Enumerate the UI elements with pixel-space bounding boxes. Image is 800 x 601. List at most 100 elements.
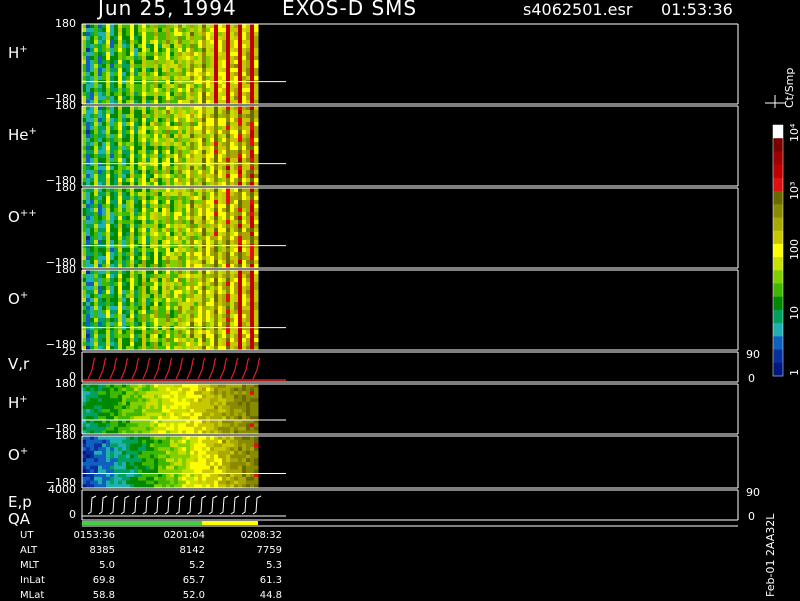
heatmap-cell bbox=[138, 114, 143, 119]
heatmap-cell bbox=[206, 146, 211, 151]
heatmap-cell bbox=[82, 32, 87, 37]
heatmap-cell bbox=[238, 192, 243, 197]
heatmap-cell bbox=[230, 412, 235, 417]
heatmap-cell bbox=[174, 423, 179, 428]
heatmap-cell bbox=[82, 192, 87, 197]
heatmap-cell bbox=[186, 166, 191, 171]
heatmap-cell bbox=[138, 447, 143, 452]
energy-trace bbox=[87, 495, 97, 515]
heatmap-cell bbox=[130, 114, 135, 119]
heatmap-cell bbox=[202, 256, 207, 261]
heatmap-cell bbox=[86, 84, 91, 89]
heatmap-cell bbox=[122, 476, 127, 482]
heatmap-cell bbox=[210, 72, 215, 77]
heatmap-cell bbox=[122, 188, 127, 193]
heatmap-cell bbox=[110, 465, 115, 470]
heatmap-cell bbox=[222, 52, 227, 57]
heatmap-cell bbox=[206, 52, 211, 57]
heatmap-cell bbox=[150, 192, 155, 197]
heatmap-cell bbox=[138, 138, 143, 143]
heatmap-cell bbox=[218, 391, 223, 396]
heatmap-cell bbox=[226, 188, 231, 193]
heatmap-cell bbox=[82, 294, 87, 299]
heatmap-cell bbox=[166, 384, 171, 389]
heatmap-cell bbox=[94, 236, 99, 241]
heatmap-cell bbox=[130, 232, 135, 237]
heatmap-cell bbox=[254, 480, 259, 485]
heatmap-cell bbox=[138, 439, 143, 444]
heatmap-cell bbox=[90, 278, 95, 283]
heatmap-cell bbox=[158, 314, 163, 319]
heatmap-cell bbox=[114, 436, 119, 441]
heatmap-cell bbox=[110, 310, 115, 315]
heatmap-cell bbox=[138, 310, 143, 315]
heatmap-cell bbox=[130, 106, 135, 111]
heatmap-cell bbox=[246, 476, 251, 482]
heatmap-cell bbox=[178, 228, 183, 233]
heatmap-cell bbox=[90, 130, 95, 135]
heatmap-cell bbox=[126, 306, 131, 311]
heatmap-cell bbox=[214, 122, 219, 127]
heatmap-cell bbox=[98, 236, 103, 241]
heatmap-cell bbox=[142, 450, 147, 456]
heatmap-cell bbox=[82, 158, 87, 163]
heatmap-cell bbox=[126, 270, 131, 275]
heatmap-cell bbox=[86, 480, 91, 485]
heatmap-cell bbox=[186, 40, 191, 45]
heatmap-cell bbox=[98, 80, 103, 85]
heatmap-cell bbox=[226, 24, 231, 29]
heatmap-cell bbox=[130, 96, 135, 101]
heatmap-cell bbox=[142, 465, 147, 470]
heatmap-cell bbox=[158, 158, 163, 163]
heatmap-cell bbox=[170, 138, 175, 143]
heatmap-cell bbox=[134, 342, 139, 347]
heatmap-cell bbox=[98, 110, 103, 115]
heatmap-cell bbox=[166, 60, 171, 65]
heatmap-cell bbox=[122, 314, 127, 319]
heatmap-cell bbox=[110, 294, 115, 299]
heatmap-cell bbox=[114, 405, 119, 410]
heatmap-cell bbox=[98, 204, 103, 209]
heatmap-cell bbox=[142, 170, 147, 175]
heatmap-cell bbox=[218, 326, 223, 331]
panel-right-bottom-tick: 0 bbox=[748, 510, 755, 523]
heatmap-cell bbox=[158, 322, 163, 327]
heatmap-cell bbox=[234, 118, 239, 123]
heatmap-cell bbox=[238, 270, 243, 275]
heatmap-cell bbox=[170, 298, 175, 303]
heatmap-cell bbox=[162, 188, 167, 193]
heatmap-cell bbox=[174, 122, 179, 127]
heatmap-cell bbox=[206, 44, 211, 49]
heatmap-cell bbox=[170, 158, 175, 163]
heatmap-cell bbox=[94, 24, 99, 29]
heatmap-cell bbox=[142, 326, 147, 331]
heatmap-cell bbox=[110, 154, 115, 159]
heatmap-cell bbox=[102, 52, 107, 57]
heatmap-cell bbox=[222, 260, 227, 265]
heatmap-cell bbox=[234, 290, 239, 295]
heatmap-cell bbox=[130, 48, 135, 53]
heatmap-cell bbox=[90, 204, 95, 209]
heatmap-cell bbox=[106, 465, 111, 470]
heatmap-cell bbox=[142, 158, 147, 163]
heatmap-cell bbox=[246, 401, 251, 406]
heatmap-cell bbox=[106, 330, 111, 335]
heatmap-cell bbox=[98, 150, 103, 155]
heatmap-cell bbox=[206, 439, 211, 444]
heatmap-cell bbox=[110, 196, 115, 201]
heatmap-cell bbox=[106, 412, 111, 417]
heatmap-cell bbox=[110, 110, 115, 115]
heatmap-cell bbox=[134, 450, 139, 456]
heatmap-cell bbox=[150, 196, 155, 201]
heatmap-cell bbox=[182, 270, 187, 275]
heatmap-cell bbox=[158, 270, 163, 275]
heatmap-cell bbox=[170, 294, 175, 299]
heatmap-cell bbox=[222, 212, 227, 217]
heatmap-cell bbox=[90, 290, 95, 295]
heatmap-cell bbox=[114, 412, 119, 417]
heatmap-cell bbox=[162, 401, 167, 406]
heatmap-cell bbox=[222, 216, 227, 221]
heatmap-cell bbox=[230, 318, 235, 323]
heatmap-cell bbox=[178, 106, 183, 111]
heatmap-cell bbox=[222, 162, 227, 167]
